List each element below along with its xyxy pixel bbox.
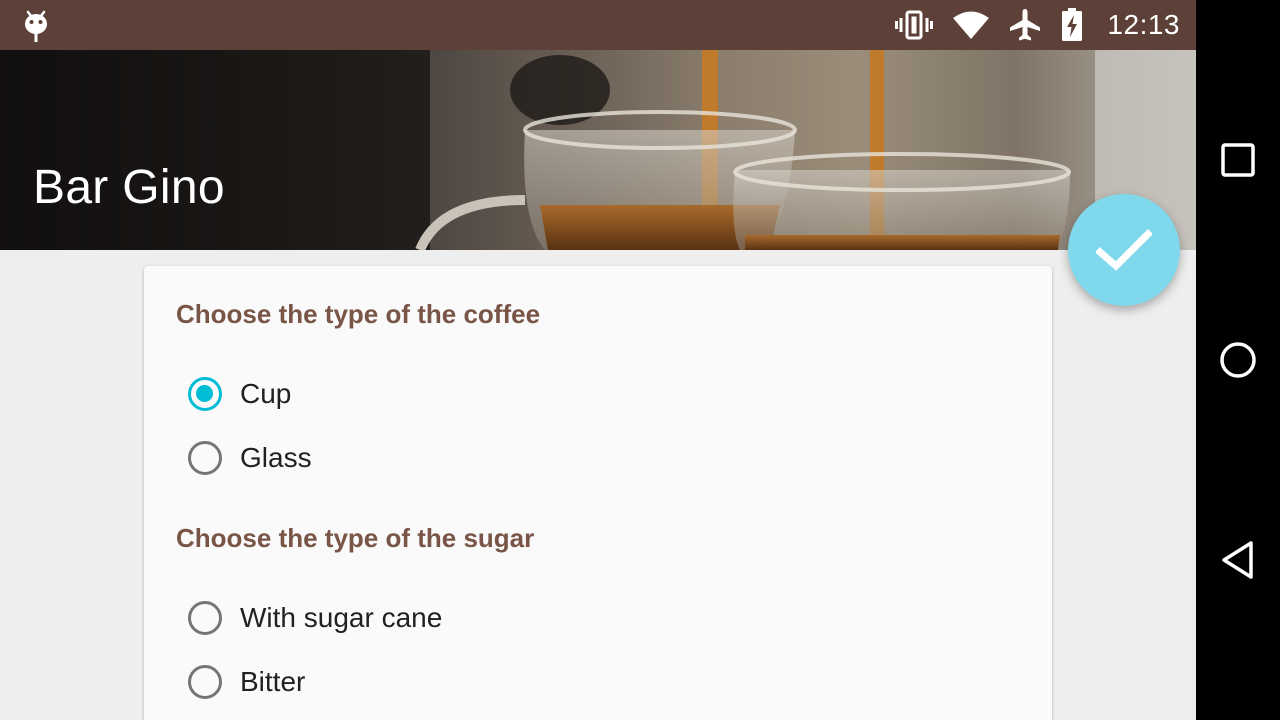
recents-button[interactable] [1196,118,1280,202]
radio-option-bitter[interactable]: Bitter [188,658,305,706]
radio-label: Glass [240,442,312,473]
radio-button-bitter[interactable] [188,665,222,699]
confirm-fab-button[interactable] [1068,194,1180,306]
vibrate-icon [895,10,934,40]
navigation-bar [1196,0,1280,720]
order-form-card: Choose the type of the coffee Cup Glass … [144,266,1052,720]
back-button[interactable] [1196,518,1280,602]
radio-option-cup[interactable]: Cup [188,370,291,418]
radio-option-glass[interactable]: Glass [188,434,312,482]
battery-charging-icon [1062,8,1083,41]
header-image: Bar Gino [0,50,1196,250]
home-icon [1220,342,1256,378]
back-icon [1222,541,1253,579]
app-title: Bar Gino [33,161,225,214]
check-icon [1096,229,1152,271]
radio-option-sugar-cane[interactable]: With sugar cane [188,594,442,642]
coffee-type-title: Choose the type of the coffee [176,299,541,329]
radio-label: With sugar cane [240,602,443,633]
radio-label: Bitter [240,666,306,697]
android-debug-icon [25,10,47,42]
home-button[interactable] [1196,318,1280,402]
clock: 12:13 [1107,9,1180,40]
wifi-icon [953,11,990,39]
status-icons: 12:13 [895,0,1180,50]
radio-label: Cup [240,378,292,409]
radio-button-cup[interactable] [188,377,222,411]
radio-button-sugar-cane[interactable] [188,601,222,635]
coffee-photo [0,50,1196,250]
radio-button-glass[interactable] [188,441,222,475]
app-screen: 12:13 Bar Gino Choose the type of the co… [0,0,1196,720]
sugar-type-title: Choose the type of the sugar [176,523,535,553]
airplane-mode-icon [1010,9,1041,41]
status-bar: 12:13 [0,0,1196,50]
recents-icon [1221,143,1255,177]
